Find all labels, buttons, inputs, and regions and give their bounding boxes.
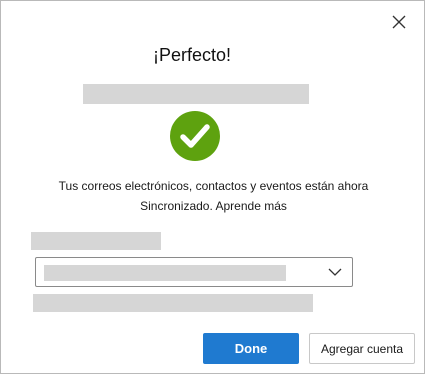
redacted-label <box>31 232 161 250</box>
redacted-hint <box>33 294 313 312</box>
sync-message-prefix: Sincronizado. <box>140 199 216 213</box>
redacted-email <box>83 84 309 104</box>
close-icon <box>392 15 406 29</box>
sync-message-line2: Sincronizado. Aprende más <box>1 199 425 213</box>
redacted-select-value <box>44 265 286 281</box>
account-select[interactable] <box>35 257 353 287</box>
done-button[interactable]: Done <box>203 333 299 364</box>
chevron-down-icon <box>328 268 342 276</box>
check-circle-icon <box>170 111 220 161</box>
close-button[interactable] <box>389 12 409 32</box>
add-account-button[interactable]: Agregar cuenta <box>309 333 415 364</box>
dialog-title: ¡Perfecto! <box>152 45 232 65</box>
learn-more-link[interactable]: Aprende más <box>216 199 287 213</box>
success-dialog: ¡Perfecto! Tus correos electrónicos, con… <box>0 0 425 374</box>
sync-message-line1: Tus correos electrónicos, contactos y ev… <box>58 179 369 193</box>
